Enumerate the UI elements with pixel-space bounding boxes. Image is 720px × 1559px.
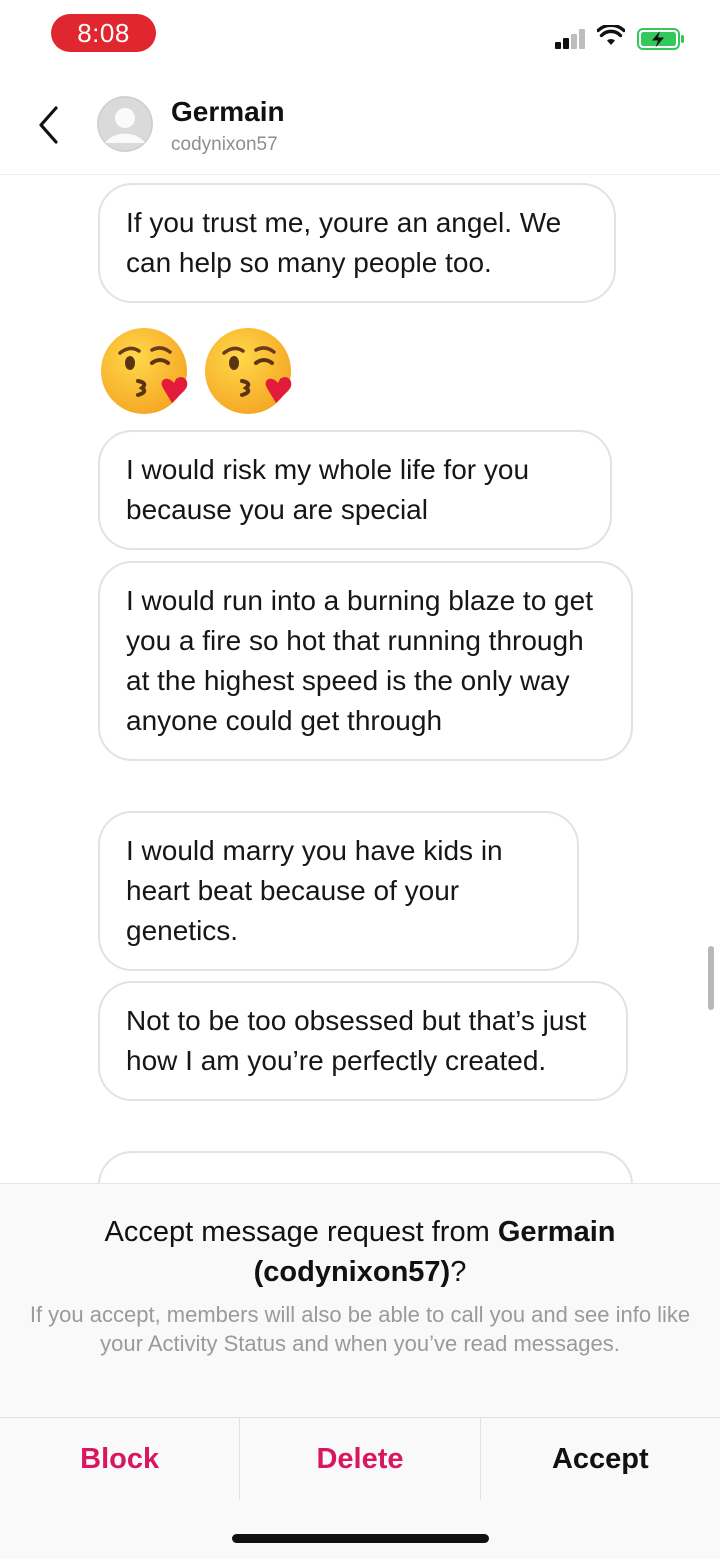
message-text: I would run into a burning blaze to get …	[126, 585, 593, 736]
message-bubble-partial[interactable]	[98, 1151, 633, 1183]
status-bar: 8:08	[0, 0, 720, 66]
avatar[interactable]	[97, 96, 153, 152]
message-text: I would risk my whole life for you becau…	[126, 454, 530, 525]
request-actions: Block Delete Accept	[0, 1417, 720, 1500]
request-title-prefix: Accept message request from	[104, 1216, 498, 1248]
home-indicator[interactable]	[232, 1534, 489, 1543]
message-bubble[interactable]: If you trust me, youre an angel. We can …	[98, 183, 616, 303]
contact-name[interactable]: Germain	[171, 96, 285, 128]
request-title-username: (codynixon57)	[253, 1256, 451, 1288]
accept-button[interactable]: Accept	[481, 1418, 720, 1500]
avatar-placeholder-icon	[97, 96, 153, 152]
cellular-signal-icon	[555, 29, 587, 49]
message-request-panel: Accept message request from Germain (cody…	[0, 1183, 720, 1559]
message-bubble[interactable]: I would run into a burning blaze to get …	[98, 561, 633, 761]
block-button[interactable]: Block	[0, 1418, 241, 1500]
message-bubble[interactable]: I would risk my whole life for you becau…	[98, 430, 612, 550]
request-note: If you accept, members will also be able…	[29, 1302, 691, 1356]
message-text: Not to be too obsessed but that’s just h…	[126, 1005, 587, 1076]
request-title-name: Germain	[497, 1216, 616, 1248]
message-text: I would marry you have kids in heart bea…	[126, 835, 503, 946]
kissing-face-heart-emoji	[101, 328, 188, 414]
status-time: 8:08	[51, 14, 156, 52]
back-chevron-icon[interactable]	[30, 102, 70, 150]
chat-header: Germain codynixon57	[0, 86, 720, 175]
contact-username: codynixon57	[171, 134, 278, 155]
battery-charging-icon	[637, 28, 684, 50]
message-text: If you trust me, youre an angel. We can …	[126, 207, 562, 278]
wifi-icon	[597, 25, 625, 45]
delete-button[interactable]: Delete	[240, 1418, 481, 1500]
scrollbar[interactable]	[708, 946, 714, 1010]
emoji-message[interactable]	[100, 325, 296, 417]
kissing-face-heart-emoji	[205, 328, 292, 414]
request-title: Accept message request from Germain (cody…	[40, 1212, 680, 1292]
message-bubble[interactable]: Not to be too obsessed but that’s just h…	[98, 981, 628, 1101]
message-bubble[interactable]: I would marry you have kids in heart bea…	[98, 811, 579, 971]
message-thread[interactable]: If you trust me, youre an angel. We can …	[0, 175, 720, 1183]
request-title-suffix: ?	[450, 1256, 467, 1288]
